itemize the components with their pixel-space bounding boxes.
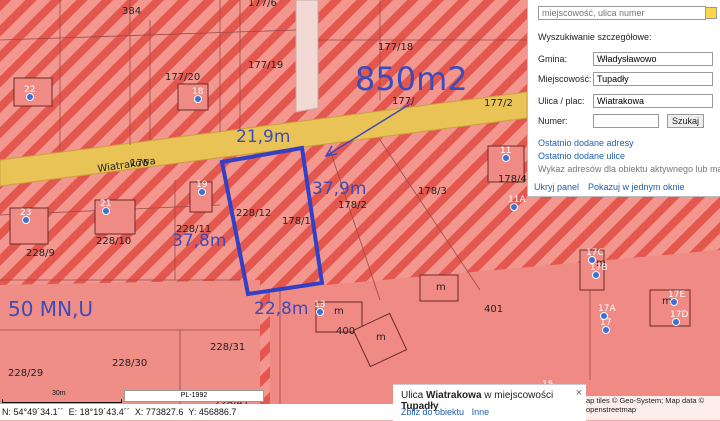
house-number: 11 — [500, 146, 511, 156]
house-number: 17A — [598, 304, 616, 314]
parcel-number: 177/ — [392, 96, 415, 107]
parcel-number: 178/3 — [418, 186, 447, 197]
ulica-row: Ulica / plac: — [538, 94, 713, 108]
parcel-number: 178/4 — [498, 174, 527, 185]
parcel-number: 228/9 — [26, 248, 55, 259]
parcel-number: 175 — [130, 158, 149, 169]
house-number: 17 — [600, 318, 611, 328]
parcel-number: 177/6 — [248, 0, 277, 9]
house-number: 17D — [670, 310, 688, 320]
house-number: 23 — [20, 208, 31, 218]
parcel-number: 228/12 — [236, 208, 271, 219]
search-button[interactable]: Szukaj — [667, 114, 705, 128]
house-number: 13 — [314, 300, 325, 310]
single-window-link[interactable]: Pokazuj w jednym oknie — [588, 182, 685, 192]
other-link[interactable]: Inne — [472, 407, 490, 417]
parcel-number: m — [334, 306, 344, 317]
parcel-number: 177/18 — [378, 42, 413, 53]
coordinate-readout: N: 54°49´34.1´´ E: 18°19´43.4´´ X: 77382… — [0, 404, 393, 420]
miejscowosc-row: Miejscowość: — [538, 72, 713, 86]
numer-row: Numer: Szukaj — [538, 114, 705, 128]
parcel-number: 177/2 — [484, 98, 513, 109]
parcel-number: m — [436, 282, 446, 293]
parcel-number: 228/31 — [210, 342, 245, 353]
search-input[interactable] — [538, 6, 706, 20]
parcel-number: m — [376, 332, 386, 343]
numer-field[interactable] — [593, 114, 659, 128]
house-number: 19 — [196, 180, 208, 190]
north-length: 21,9m — [236, 127, 290, 147]
object-info-box: Ulica Wiatrakowa w miejscowości Tupadły … — [393, 384, 586, 421]
parcel-number: 401 — [484, 304, 503, 315]
gmina-row: Gmina: — [538, 52, 713, 66]
parcel-number: 177/19 — [248, 60, 283, 71]
house-number: 17E — [668, 290, 685, 300]
parcel-number: 384 — [122, 6, 141, 17]
address-list-text: Wykaz adresów dla obiektu aktywnego lub … — [538, 164, 720, 174]
south-length: 22,8m — [254, 299, 308, 319]
gmina-field[interactable] — [593, 52, 713, 66]
parcel-number: 228/10 — [96, 236, 131, 247]
hide-panel-link[interactable]: Ukryj panel — [534, 182, 579, 192]
zoom-to-object-link[interactable]: Zbliż do obiektu — [401, 407, 464, 417]
panel-toggle-icon[interactable] — [705, 7, 717, 19]
recent-streets-link[interactable]: Ostatnio dodane ulice — [538, 151, 625, 161]
search-panel: Wyszukiwanie szczegółowe: Gmina: Miejsco… — [527, 0, 720, 197]
parcel-number: 228/29 — [8, 368, 43, 379]
scale-bar: 30m — [2, 390, 122, 403]
parcel-number: 228/11 — [176, 224, 211, 235]
house-number: 18 — [192, 87, 204, 97]
house-number: 17B — [590, 263, 608, 273]
parcel-number: 178/1 — [282, 216, 311, 227]
recent-addresses-link[interactable]: Ostatnio dodane adresy — [538, 138, 634, 148]
parcel-number: 178/2 — [338, 200, 367, 211]
map-attribution: ap tiles © Geo-System; Map data © openst… — [586, 396, 720, 420]
parcel-number: 177/20 — [165, 72, 200, 83]
east-length: 37,9m — [312, 179, 366, 199]
house-number: 17C — [586, 248, 604, 258]
miejscowosc-field[interactable] — [593, 72, 713, 86]
parcel-number: 228/30 — [112, 358, 147, 369]
parcel-number: 400 — [336, 326, 355, 337]
close-icon[interactable]: × — [576, 387, 582, 399]
house-number: 11A — [508, 195, 526, 205]
side-street — [295, 0, 319, 113]
zoning-label: 50 MN,U — [8, 297, 93, 321]
house-number: 22 — [24, 85, 35, 95]
area-annotation: 850m2 — [355, 60, 468, 98]
crs-select[interactable]: PL-1992 — [124, 390, 264, 402]
detailed-search-title: Wyszukiwanie szczegółowe: — [538, 32, 652, 42]
ulica-field[interactable] — [593, 94, 713, 108]
house-number: 21 — [100, 199, 111, 209]
